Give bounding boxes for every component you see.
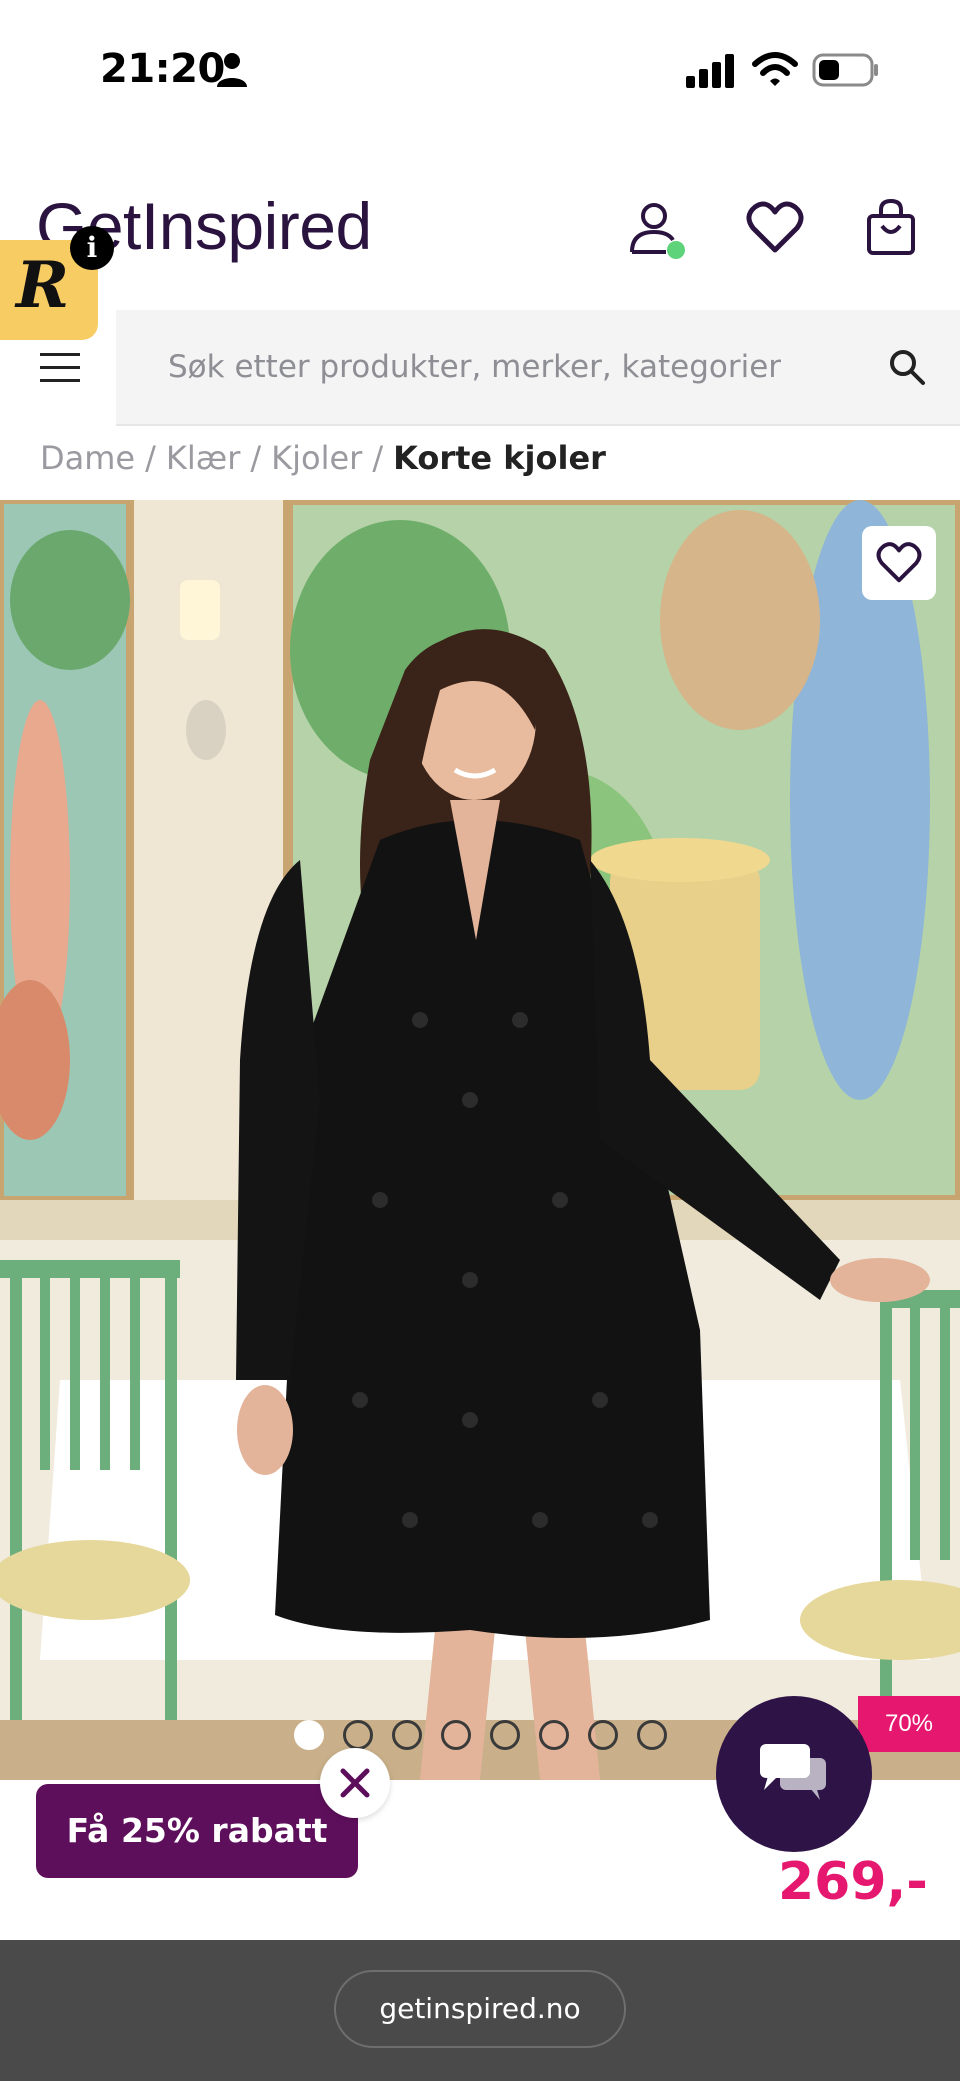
review-badge-letter: R: [16, 248, 70, 323]
account-icon[interactable]: [628, 200, 688, 260]
breadcrumb-separator: /: [145, 439, 156, 477]
product-wishlist-button[interactable]: [862, 526, 936, 600]
address-bar[interactable]: getinspired.no: [334, 1970, 626, 2048]
signal-icon: [686, 54, 734, 88]
heart-icon[interactable]: [746, 200, 804, 256]
browser-bar: getinspired.no: [0, 1940, 960, 2081]
search-input[interactable]: Søk etter produkter, merker, kategorier: [168, 310, 868, 424]
wifi-icon: [752, 52, 798, 86]
gallery-dot[interactable]: [588, 1720, 618, 1750]
breadcrumb: Dame / Klær / Kjoler / Korte kjoler: [40, 434, 606, 482]
menu-icon: [40, 353, 80, 356]
gallery-dot[interactable]: [539, 1720, 569, 1750]
gallery-dot[interactable]: [343, 1720, 373, 1750]
gallery-dot[interactable]: [392, 1720, 422, 1750]
heart-icon: [876, 542, 922, 583]
person-icon: [217, 53, 247, 87]
gallery-dot[interactable]: [294, 1720, 324, 1750]
search-row: Søk etter produkter, merker, kategorier: [0, 310, 960, 426]
search-icon[interactable]: [888, 348, 926, 386]
status-bar: 21:20: [0, 0, 960, 140]
breadcrumb-current: Korte kjoler: [393, 439, 606, 477]
search-field[interactable]: Søk etter produkter, merker, kategorier: [116, 310, 960, 424]
product-price: 269,-: [778, 1852, 928, 1912]
promo-close-button[interactable]: [320, 1748, 390, 1818]
battery-icon: [812, 53, 878, 87]
status-time: 21:20: [100, 46, 225, 92]
product-image[interactable]: [0, 500, 960, 1780]
chat-button[interactable]: [716, 1696, 872, 1852]
gallery-dot[interactable]: [490, 1720, 520, 1750]
breadcrumb-separator: /: [372, 439, 384, 477]
promo-discount-button[interactable]: Få 25% rabatt: [36, 1784, 358, 1878]
bag-icon[interactable]: [866, 198, 916, 256]
info-icon[interactable]: i: [70, 226, 114, 270]
close-icon: [340, 1768, 370, 1798]
breadcrumb-item[interactable]: Dame: [40, 439, 135, 477]
gallery-dot[interactable]: [637, 1720, 667, 1750]
chat-icon: [760, 1744, 826, 1800]
discount-badge: 70%: [858, 1696, 960, 1752]
gallery-dot[interactable]: [441, 1720, 471, 1750]
breadcrumb-item[interactable]: Kjoler: [271, 439, 362, 477]
site-header: GetInspired: [0, 140, 960, 310]
breadcrumb-item[interactable]: Klær: [166, 439, 240, 477]
breadcrumb-separator: /: [250, 439, 262, 477]
product-photo: [0, 500, 960, 1780]
